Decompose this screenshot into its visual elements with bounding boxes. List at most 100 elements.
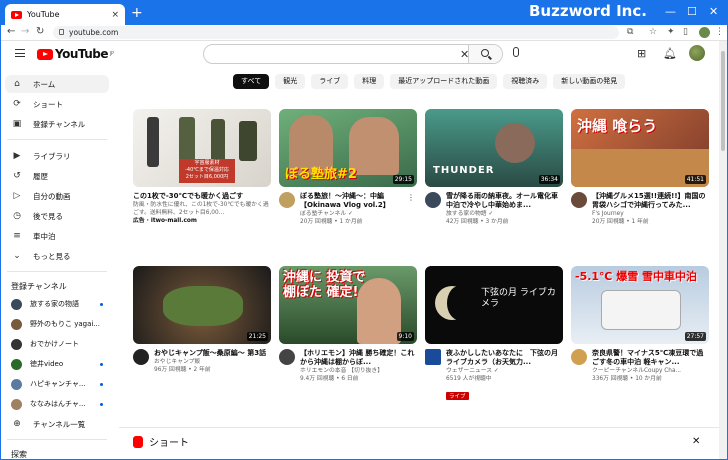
video-thumbnail[interactable]: 21:25 <box>133 266 271 344</box>
ad-source[interactable]: 広告 · itwo-mall.com <box>133 217 271 225</box>
sidebar-channel[interactable]: ななみはんチャ... <box>5 395 109 413</box>
sidebar-item-watch-later[interactable]: ◷ 後で見る <box>5 207 109 225</box>
channel-name[interactable]: 旅する家の物語 ✓ <box>446 210 563 218</box>
user-avatar[interactable] <box>689 45 705 61</box>
sidebar-channel[interactable]: 徳井video <box>5 355 109 373</box>
video-card[interactable]: -5.1℃ 爆雪 雪中車中泊 27:57 奈良県警！マイナス5℃凍豆環で過ごす冬… <box>571 266 709 383</box>
menu-dots-icon[interactable]: ⋮ <box>715 27 724 37</box>
close-shorts-icon[interactable]: ✕ <box>692 436 700 447</box>
video-thumbnail[interactable]: 宇宙服素材 -40℃まで保温対応 2セット目6,000円 <box>133 109 271 187</box>
video-thumbnail[interactable]: ぼる塾旅#2 29:15 <box>279 109 417 187</box>
thumbnail-overlay-text: 沖縄に 投資で 棚ぼた 確定! <box>283 270 366 300</box>
url-field[interactable]: youtube.com <box>53 26 619 39</box>
sidebar-channel[interactable]: 旅する家の物語 <box>5 295 109 313</box>
channel-avatar[interactable] <box>425 349 441 365</box>
video-title[interactable]: 奈良県警！マイナス5℃凍豆環で過ごす冬の車中泊 軽キャン... <box>592 349 709 367</box>
minimize-button[interactable]: — <box>665 5 676 18</box>
video-title[interactable]: ぼる塾旅！〜沖縄〜：中編【Okinawa Vlog vol.2】 <box>300 192 417 210</box>
video-card[interactable]: THUNDER 36:34 雪が降る雨の納車夜。オール電化車中泊で冷やし中華始め… <box>425 109 563 226</box>
forward-icon[interactable]: → <box>21 26 29 37</box>
sidebar-item-your-videos[interactable]: ▷ 自分の動画 <box>5 187 109 205</box>
video-title[interactable]: 【沖縄グルメ15選!!連続!!】南国の胃袋ハシゴで沖縄行ってみた... <box>592 192 709 210</box>
video-title[interactable]: 夜ふかししたいあなたに 下弦の月ライブカメラ（お天気力... <box>446 349 563 367</box>
video-title[interactable]: 【ホリエモン】沖縄 勝ち確定！これから沖縄は棚からぼ... <box>300 349 417 367</box>
new-tab-button[interactable]: + <box>131 4 143 22</box>
channel-name[interactable]: F's Journey <box>592 210 709 218</box>
video-thumbnail[interactable]: 下弦の月 ライブカメラ <box>425 266 563 344</box>
video-card[interactable]: 沖縄 喰らう 41:51 【沖縄グルメ15選!!連続!!】南国の胃袋ハシゴで沖縄… <box>571 109 709 226</box>
video-card[interactable]: 21:25 おやじキャンプ飯〜桑原編〜 第3話 おやじキャンプ飯 96万 回視聴… <box>133 266 271 374</box>
voice-search-icon[interactable] <box>513 47 519 57</box>
notifications-bell-icon[interactable]: 🔔︎ <box>663 47 677 60</box>
channel-avatar[interactable] <box>571 349 587 365</box>
channel-avatar[interactable] <box>279 349 295 365</box>
sidebar-channel[interactable]: ハピキャンチャ... <box>5 375 109 393</box>
bookmark-star-icon[interactable]: ☆ <box>649 27 657 37</box>
youtube-logo[interactable]: YouTube JP <box>37 47 114 61</box>
video-title[interactable]: おやじキャンプ飯〜桑原編〜 第3話 <box>154 349 271 358</box>
chip[interactable]: ライブ <box>311 74 349 89</box>
chip[interactable]: 料理 <box>354 74 385 89</box>
home-icon: ⌂ <box>14 79 20 89</box>
puzzle-icon[interactable]: ✦ <box>667 27 675 37</box>
channel-avatar[interactable] <box>571 192 587 208</box>
reload-icon[interactable]: ↻ <box>36 26 44 37</box>
video-thumbnail[interactable]: THUNDER 36:34 <box>425 109 563 187</box>
more-options-icon[interactable]: ⋮ <box>407 193 415 202</box>
channel-name[interactable]: ウェザーニュース ✓ <box>446 367 563 375</box>
profile-avatar[interactable] <box>699 27 710 38</box>
back-icon[interactable]: ← <box>7 26 15 37</box>
video-meta: 夜ふかししたいあなたに 下弦の月ライブカメラ（お天気力... ウェザーニュース … <box>425 349 563 402</box>
shorts-logo-icon <box>133 435 143 448</box>
extensions-icon[interactable]: ⧉ <box>627 27 633 37</box>
channel-avatar[interactable] <box>425 192 441 208</box>
scrollbar[interactable] <box>719 41 727 459</box>
chip[interactable]: すべて <box>233 74 270 89</box>
new-content-dot <box>100 302 103 306</box>
chip[interactable]: 新しい動画の発見 <box>553 74 626 89</box>
channel-name[interactable]: ぼる塾チャンネル ✓ <box>300 210 417 218</box>
video-card[interactable]: 宇宙服素材 -40℃まで保温対応 2セット目6,000円 この1枚で-30℃でも… <box>133 109 271 225</box>
sidebar-item-label: 後で見る <box>33 211 63 221</box>
video-stats: 20万 回視聴 • 1 か月前 <box>300 219 363 225</box>
sidebar-item-history[interactable]: ↺ 履歴 <box>5 167 109 185</box>
channel-name[interactable]: ホリエモンの本音 【切り抜き】 <box>300 367 417 375</box>
sidebar-item-playlist[interactable]: ≡ 車中泊 <box>5 227 109 245</box>
sidebar-item-subscriptions[interactable]: ▣ 登録チャンネル <box>5 115 109 133</box>
sidebar-item-label: ライブラリ <box>33 151 71 161</box>
food-pan <box>163 286 243 326</box>
close-window-button[interactable]: ✕ <box>709 5 718 18</box>
video-title[interactable]: この1枚で-30℃でも暖かく過ごす <box>133 192 271 201</box>
maximize-button[interactable]: ☐ <box>687 5 697 18</box>
channel-avatar[interactable] <box>133 349 149 365</box>
create-video-icon[interactable]: ⊞ <box>637 47 646 60</box>
channel-name[interactable]: クーピーチャンネルCoupy Cha... <box>592 367 709 375</box>
channel-name[interactable]: おやじキャンプ飯 <box>154 358 271 366</box>
video-title[interactable]: 雪が降る雨の納車夜。オール電化車中泊で冷やし中華始めま... <box>446 192 563 210</box>
search-button[interactable] <box>468 45 502 63</box>
sidebar-item-show-more[interactable]: ⌄ もっと見る <box>5 247 109 265</box>
video-meta: 【ホリエモン】沖縄 勝ち確定！これから沖縄は棚からぼ... ホリエモンの本音 【… <box>279 349 417 383</box>
video-thumbnail[interactable]: -5.1℃ 爆雪 雪中車中泊 27:57 <box>571 266 709 344</box>
chip[interactable]: 視聴済み <box>503 74 548 89</box>
sidebar-item-home[interactable]: ⌂ ホーム <box>5 75 109 93</box>
chip[interactable]: 観光 <box>275 74 306 89</box>
browser-tab[interactable]: YouTube × <box>5 4 125 25</box>
scrollbar-thumb[interactable] <box>721 51 725 151</box>
search-input[interactable]: ✕ <box>203 44 503 64</box>
sidebar-item-shorts[interactable]: ⟳ ショート <box>5 95 109 113</box>
sidebar-channel[interactable]: おでかけノート <box>5 335 109 353</box>
tab-close-icon[interactable]: × <box>111 10 119 20</box>
sidebar-item-channel-list[interactable]: ⊕ チャンネル一覧 <box>5 415 109 433</box>
video-thumbnail[interactable]: 沖縄に 投資で 棚ぼた 確定! 9:10 <box>279 266 417 344</box>
channel-avatar[interactable] <box>279 192 295 208</box>
sidebar-channel[interactable]: 野外のもりこ yagai... <box>5 315 109 333</box>
sidepanel-icon[interactable]: ▯ <box>683 27 688 37</box>
sidebar-item-library[interactable]: ▶ ライブラリ <box>5 147 109 165</box>
chip[interactable]: 最近アップロードされた動画 <box>390 74 498 89</box>
hamburger-menu-icon[interactable] <box>15 49 25 57</box>
video-card[interactable]: 下弦の月 ライブカメラ 夜ふかししたいあなたに 下弦の月ライブカメラ（お天気力.… <box>425 266 563 402</box>
video-card[interactable]: ぼる塾旅#2 29:15 ぼる塾旅！〜沖縄〜：中編【Okinawa Vlog v… <box>279 109 417 226</box>
video-card[interactable]: 沖縄に 投資で 棚ぼた 確定! 9:10 【ホリエモン】沖縄 勝ち確定！これから… <box>279 266 417 383</box>
video-thumbnail[interactable]: 沖縄 喰らう 41:51 <box>571 109 709 187</box>
